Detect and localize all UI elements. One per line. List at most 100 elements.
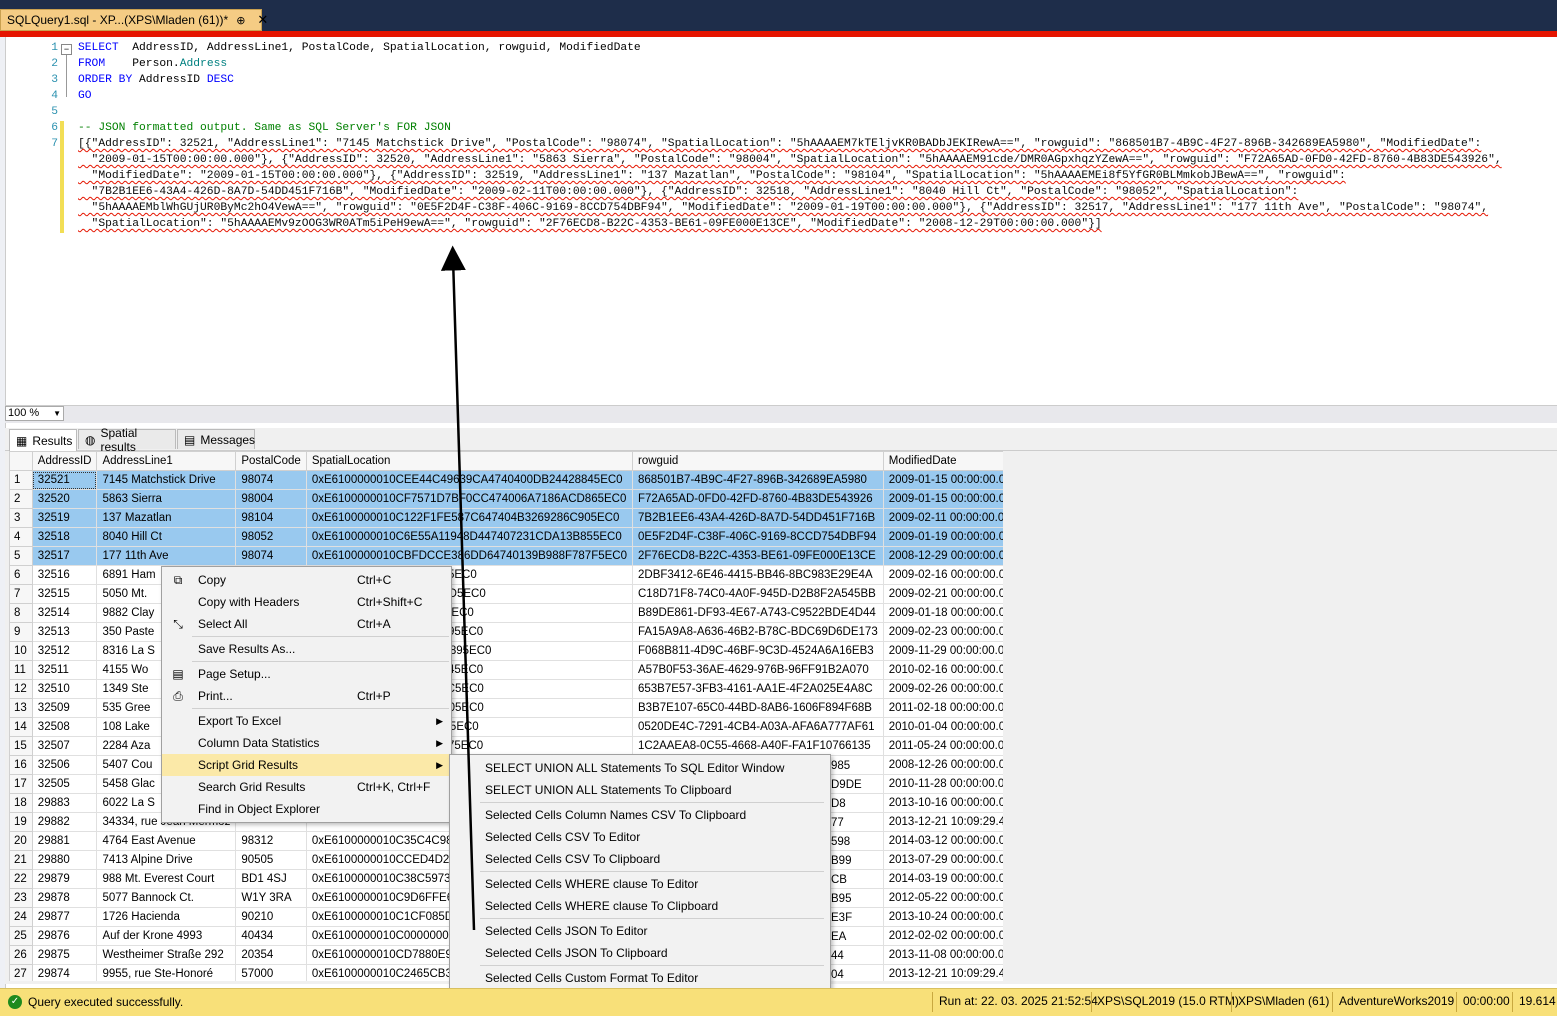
row-number[interactable]: 5 [9, 546, 33, 566]
grid-cell[interactable]: 2013-10-16 00:00:00.000 [882, 793, 1003, 813]
table-row[interactable]: 932513350 Paste634AE4740B39ADA4175895EC0… [9, 622, 1003, 642]
grid-cell[interactable]: 32514 [31, 603, 98, 623]
row-number[interactable]: 6 [9, 565, 33, 585]
menu-item-copy-with-headers[interactable]: Copy with Headers Ctrl+Shift+C [162, 591, 451, 613]
grid-cell[interactable]: 7B2B1EE6-43A4-426D-8A7D-54DD451F716B [632, 508, 884, 528]
code-line[interactable]: -- JSON formatted output. Same as SQL Se… [78, 122, 451, 134]
table-row[interactable]: 1 32521 7145 Matchstick Drive 98074 0xE61000… [9, 470, 1003, 490]
grid-cell[interactable]: 177 11th Ave [96, 546, 237, 566]
grid-cell[interactable]: 868501B7-4B9C-4F27-896B-342689EA5980 [632, 470, 884, 490]
row-number[interactable]: 11 [9, 660, 33, 680]
menu-item-find-in-object-explorer[interactable]: Find in Object Explorer [162, 798, 451, 820]
grid-cell[interactable]: 98074 [235, 546, 307, 566]
grid-cell[interactable]: Westheimer Straße 292 [96, 945, 237, 965]
grid-cell[interactable]: 0xE6100000010CF7571D7BF0CC474006A7186ACD… [305, 489, 634, 509]
submenu-item-select-union-all-statements-to-clipboard[interactable]: SELECT UNION ALL Statements To Clipboard [450, 779, 830, 801]
grid-cell[interactable]: 0xE6100000010C6E55A11948D447407231CDA13B… [305, 527, 634, 547]
grid-cell[interactable]: 5077 Bannock Ct. [96, 888, 237, 908]
menu-item-print[interactable]: ⎙ Print... Ctrl+P [162, 685, 451, 707]
row-number[interactable]: 23 [9, 888, 33, 908]
code-line[interactable]: "ModifiedDate": "2009-01-15T00:00:00.000… [78, 170, 1346, 182]
table-row[interactable]: 1332509535 Gree3C4D24740E8D81C8340805EC0… [9, 698, 1003, 718]
code-line[interactable]: [{"AddressID": 32521, "AddressLine1": "7… [78, 138, 1481, 150]
table-row[interactable]: 5 32517 177 11th Ave 98074 0xE6100000010CBFD… [9, 546, 1003, 566]
row-header-corner[interactable] [9, 451, 33, 471]
grid-cell[interactable]: 98312 [235, 831, 307, 851]
row-number[interactable]: 4 [9, 527, 33, 547]
grid-cell[interactable]: 2010-11-28 00:00:00.000 [882, 774, 1003, 794]
row-number[interactable]: 21 [9, 850, 33, 870]
grid-cell[interactable]: 2013-11-08 00:00:00.000 [882, 945, 1003, 965]
table-row[interactable]: 2 32520 5863 Sierra 98004 0xE6100000010CF757… [9, 489, 1003, 509]
grid-cell[interactable]: 7145 Matchstick Drive [96, 470, 237, 490]
menu-item-copy[interactable]: ⧉ Copy Ctrl+C [162, 569, 451, 591]
grid-cell[interactable]: 2009-01-18 00:00:00.000 [882, 603, 1003, 623]
grid-cell[interactable]: 2011-05-24 00:00:00.000 [882, 736, 1003, 756]
row-number[interactable]: 1 [9, 470, 33, 490]
menu-item-select-all[interactable]: ⤡ Select All Ctrl+A [162, 613, 451, 635]
grid-cell[interactable]: 98052 [235, 527, 307, 547]
grid-cell[interactable]: 5863 Sierra [96, 489, 237, 509]
row-number[interactable]: 14 [9, 717, 33, 737]
grid-cell[interactable]: 1726 Hacienda [96, 907, 237, 927]
submenu-item-selected-cells-json-to-clipboard[interactable]: Selected Cells JSON To Clipboard [450, 942, 830, 964]
grid-cell[interactable]: 2012-05-22 00:00:00.000 [882, 888, 1003, 908]
grid-cell[interactable]: 653B7E57-3FB3-4161-AA1E-4F2A025E4A8C [632, 679, 884, 699]
column-header[interactable]: SpatialLocation [305, 451, 634, 471]
grid-cell[interactable]: 4764 East Avenue [96, 831, 237, 851]
table-row[interactable]: 8325149882 Clay7DE04740F1B11F511B825EC0B… [9, 603, 1003, 623]
grid-cell[interactable]: 2009-01-15 00:00:00.000 [882, 489, 1003, 509]
table-row[interactable]: 11325114155 Wo261D84740C07CB38A26945EC0A… [9, 660, 1003, 680]
row-number[interactable]: 10 [9, 641, 33, 661]
code-line[interactable]: GO [78, 90, 92, 102]
table-row[interactable]: 15325072284 AzaB60D24740C5AF30A295875EC0… [9, 736, 1003, 756]
grid-cell[interactable]: 32509 [31, 698, 98, 718]
grid-cell[interactable]: 9955, rue Ste-Honoré [96, 964, 237, 981]
grid-cell[interactable]: 2010-01-04 00:00:00.000 [882, 717, 1003, 737]
query-editor[interactable]: 1 SELECT AddressID, AddressLine1, PostalC… [6, 38, 1557, 404]
grid-cell[interactable]: 32519 [31, 508, 98, 528]
grid-cell[interactable]: 0E5F2D4F-C38F-406C-9169-8CCD754DBF94 [632, 527, 884, 547]
grid-cell[interactable]: 57000 [235, 964, 307, 981]
grid-cell[interactable]: 29878 [31, 888, 98, 908]
grid-cell[interactable]: 2F76ECD8-B22C-4353-BE61-09FE000E13CE [632, 546, 884, 566]
grid-cell[interactable]: 0xE6100000010CEE44C49639CA4740400DB24428… [305, 470, 634, 490]
grid-cell[interactable]: B89DE861-DF93-4E67-A743-C9522BDE4D44 [632, 603, 884, 623]
grid-cell[interactable]: 32513 [31, 622, 98, 642]
menu-item-script-grid-results[interactable]: Script Grid Results ▶ [162, 754, 451, 776]
submenu-item-selected-cells-where-clause-to-clipboard[interactable]: Selected Cells WHERE clause To Clipboard [450, 895, 830, 917]
row-number[interactable]: 19 [9, 812, 33, 832]
tab-spatial-results[interactable]: ◍ Spatial results [78, 426, 176, 454]
grid-cell[interactable]: 29877 [31, 907, 98, 927]
grid-cell[interactable]: 0xE6100000010C122F1FE587C647404B3269286C… [305, 508, 634, 528]
grid-cell[interactable]: 2011-02-18 00:00:00.000 [882, 698, 1003, 718]
row-number[interactable]: 27 [9, 964, 33, 981]
zoom-select[interactable]: 100 % ▼ [5, 406, 64, 421]
grid-cell[interactable]: 29880 [31, 850, 98, 870]
tab-results[interactable]: ▦ Results [9, 429, 77, 451]
grid-cell[interactable]: 2014-03-12 00:00:00.000 [882, 831, 1003, 851]
row-number[interactable]: 24 [9, 907, 33, 927]
grid-cell[interactable]: 32511 [31, 660, 98, 680]
grid-cell[interactable]: 2009-02-11 00:00:00.000 [882, 508, 1003, 528]
column-header[interactable]: ModifiedDate [882, 451, 1003, 471]
grid-cell[interactable]: 32515 [31, 584, 98, 604]
grid-cell[interactable]: F068B811-4D9C-46BF-9C3D-4524A6A16EB3 [632, 641, 884, 661]
grid-cell[interactable]: 7413 Alpine Drive [96, 850, 237, 870]
row-number[interactable]: 20 [9, 831, 33, 851]
grid-cell[interactable]: 2009-11-29 00:00:00.000 [882, 641, 1003, 661]
grid-cell[interactable]: C18D71F8-74C0-4A0F-945D-D2B8F2A545BB [632, 584, 884, 604]
table-row[interactable]: 6325166891 Ham9BDB47403A0F01A8648F5EC02D… [9, 565, 1003, 585]
grid-cell[interactable]: 988 Mt. Everest Court [96, 869, 237, 889]
grid-cell[interactable]: 2012-02-02 00:00:00.000 [882, 926, 1003, 946]
code-line[interactable]: "7B2B1EE6-43A4-426D-8A7D-54DD451F716B", … [78, 186, 1299, 198]
row-number[interactable]: 13 [9, 698, 33, 718]
submenu-item-selected-cells-custom-format-to-editor[interactable]: Selected Cells Custom Format To Editor [450, 967, 830, 989]
grid-cell[interactable]: 0xE6100000010CBFDCCE386DD64740139B988F78… [305, 546, 634, 566]
grid-cell[interactable]: 32507 [31, 736, 98, 756]
grid-cell[interactable]: W1Y 3RA [235, 888, 307, 908]
grid-cell[interactable]: 2013-07-29 00:00:00.000 [882, 850, 1003, 870]
table-row[interactable]: 1432508108 LakeB1DCB4740B3499EB50935EC00… [9, 717, 1003, 737]
grid-cell[interactable]: 2013-10-24 00:00:00.000 [882, 907, 1003, 927]
submenu-item-selected-cells-where-clause-to-editor[interactable]: Selected Cells WHERE clause To Editor [450, 873, 830, 895]
